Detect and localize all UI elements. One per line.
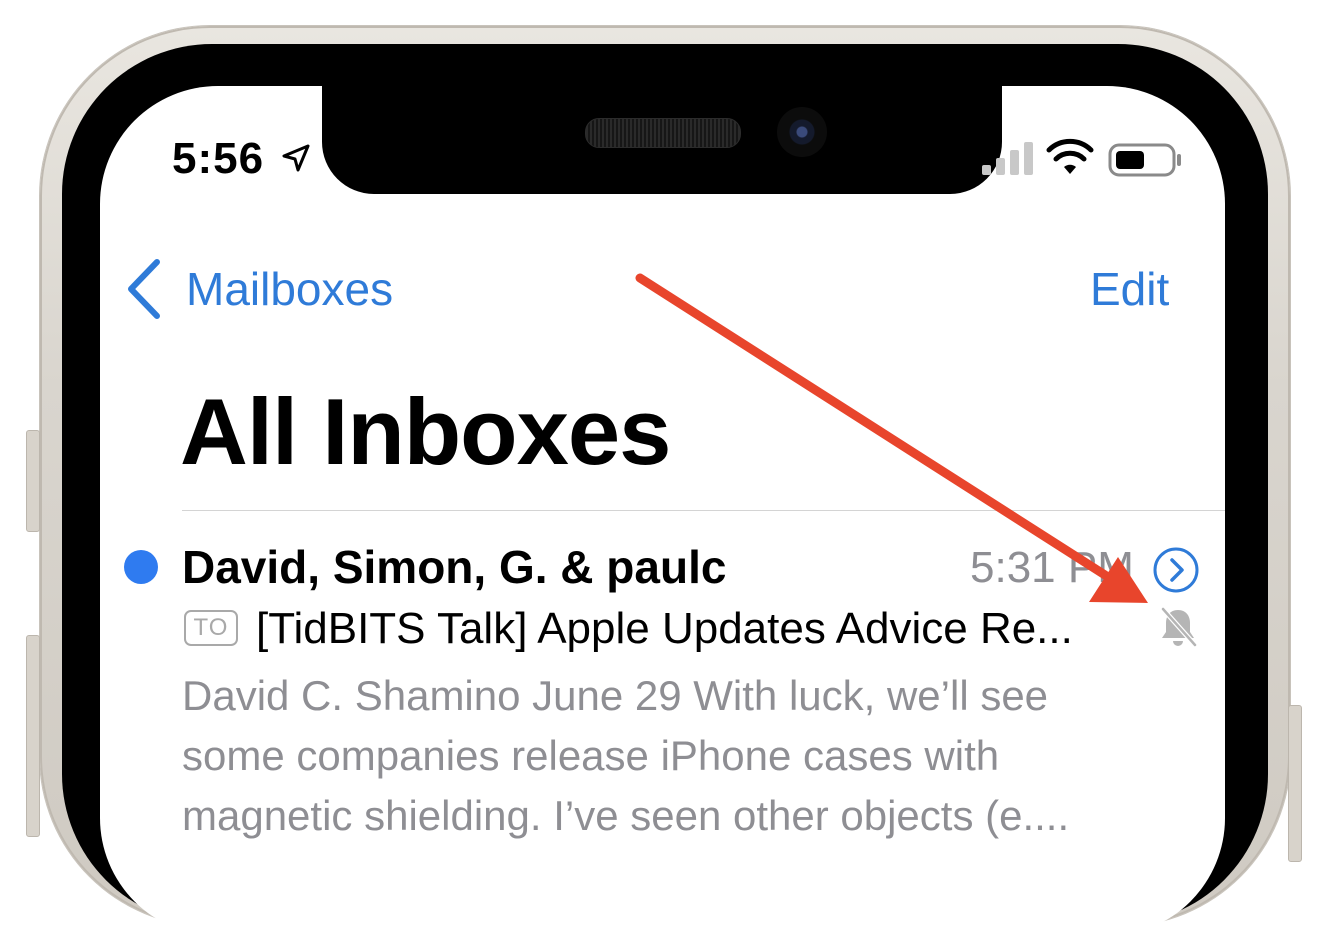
message-preview: David C. Shamino June 29 With luck, we’l… <box>182 666 1182 846</box>
edit-button[interactable]: Edit <box>1090 262 1169 316</box>
chevron-left-icon[interactable] <box>124 258 164 320</box>
divider <box>182 510 1225 511</box>
message-subject: [TidBITS Talk] Apple Updates Advice Re..… <box>256 604 1073 653</box>
back-to-mailboxes-button[interactable]: Mailboxes <box>186 262 393 316</box>
front-camera <box>777 107 827 157</box>
battery-icon <box>1108 143 1181 177</box>
earpiece-speaker <box>585 118 741 148</box>
preview-line: David C. Shamino June 29 With luck, we’l… <box>182 672 1049 719</box>
cellular-signal-icon <box>982 142 1033 175</box>
message-time: 5:31 PM <box>970 543 1134 592</box>
volume-button <box>26 635 40 837</box>
unread-indicator <box>124 550 158 584</box>
wifi-icon <box>1046 138 1094 174</box>
thread-disclosure-icon[interactable] <box>1152 546 1200 594</box>
status-time: 5:56 <box>172 134 265 183</box>
page-title: All Inboxes <box>180 379 671 484</box>
location-arrow-icon <box>282 144 310 172</box>
bell-slash-icon <box>1161 607 1197 647</box>
to-badge: TO <box>184 610 238 646</box>
power-button <box>1288 705 1302 862</box>
preview-line: magnetic shielding. I’ve seen other obje… <box>182 792 1070 839</box>
preview-line: some companies release iPhone cases with <box>182 732 1000 779</box>
message-sender: David, Simon, G. & paulc <box>182 541 727 593</box>
silent-switch <box>26 430 40 532</box>
